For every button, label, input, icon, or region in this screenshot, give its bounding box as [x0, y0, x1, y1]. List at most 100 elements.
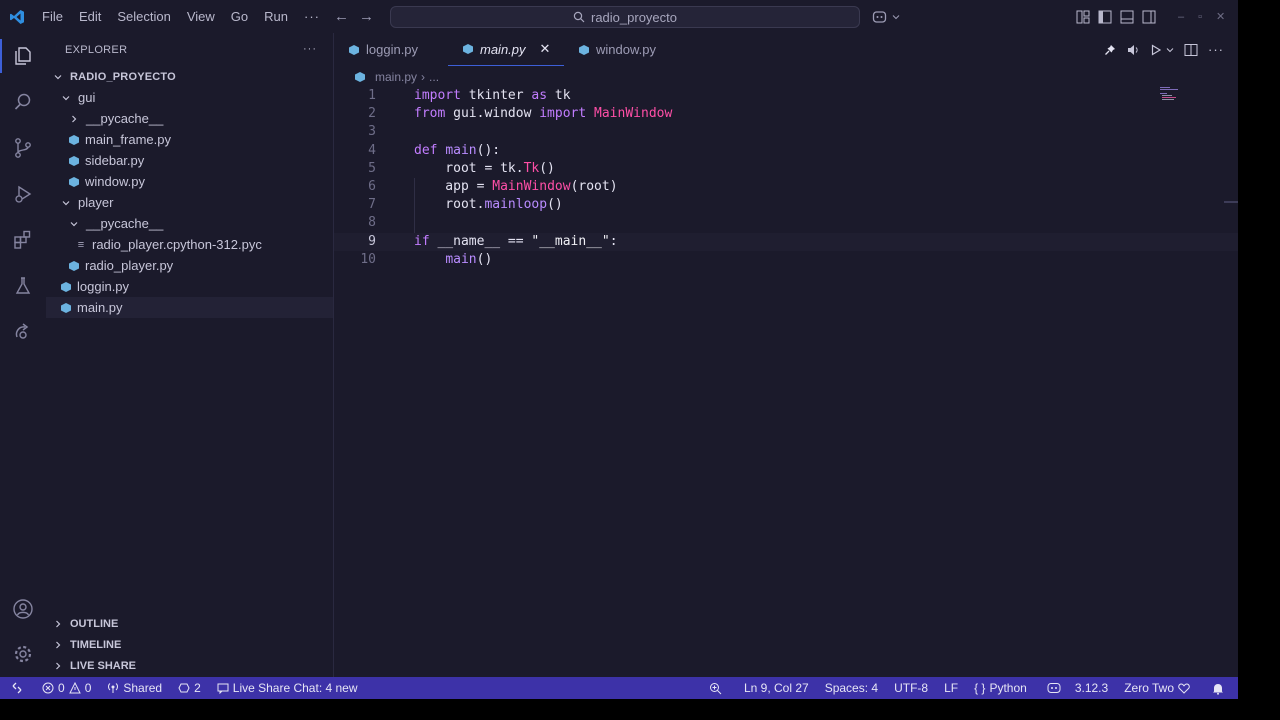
tab-loggin[interactable]: loggin.py — [334, 33, 448, 66]
live-share-section[interactable]: LIVE SHARE — [46, 655, 334, 676]
minimize-icon[interactable]: – — [1178, 11, 1184, 23]
editor-actions: ··· — [1104, 33, 1238, 66]
tab-label: main.py — [480, 41, 526, 57]
menu-go[interactable]: Go — [223, 0, 256, 33]
title-bar: File Edit Selection View Go Run ··· ← → radio_… — [0, 0, 1238, 33]
remote-indicator[interactable] — [0, 677, 34, 699]
tree-item-label: gui — [78, 90, 96, 105]
code-line[interactable]: 4 def main(): — [334, 142, 1238, 160]
code-line[interactable]: 1 import tkinter as tk — [334, 87, 1238, 105]
zoom-indicator[interactable] — [695, 677, 736, 699]
line-source: from gui.window import MainWindow — [414, 105, 672, 123]
tree-folder[interactable]: gui — [46, 87, 333, 108]
problems-indicator[interactable]: 0 0 — [34, 677, 99, 699]
copilot-menu[interactable] — [872, 0, 900, 33]
code-line[interactable]: 3 — [334, 123, 1238, 141]
toggle-secondary-sidebar-icon[interactable] — [1142, 10, 1156, 24]
warning-icon — [68, 682, 81, 694]
line-number: 5 — [368, 160, 376, 176]
code-line[interactable]: 2 from gui.window import MainWindow — [334, 105, 1238, 123]
minimap[interactable] — [1160, 87, 1184, 101]
testing-flask-icon[interactable] — [0, 263, 46, 309]
source-control-icon[interactable] — [0, 125, 46, 171]
customize-layout-icon[interactable] — [1076, 10, 1090, 24]
tab-window[interactable]: window.py — [564, 33, 682, 66]
back-arrow-icon[interactable]: ← — [334, 8, 349, 25]
more-actions-icon[interactable]: ··· — [1208, 42, 1224, 57]
split-editor-icon[interactable] — [1184, 43, 1198, 57]
run-debug-icon[interactable] — [0, 171, 46, 217]
copilot-status[interactable] — [1035, 677, 1067, 699]
language-mode[interactable]: { } Python — [966, 677, 1035, 699]
tab-main[interactable]: main.py ✕ — [448, 33, 564, 66]
timeline-section[interactable]: TIMELINE — [46, 634, 334, 655]
code-token: : — [609, 233, 618, 249]
pin-icon[interactable] — [1104, 44, 1116, 56]
theme-label: Zero Two — [1124, 681, 1174, 695]
code-line[interactable]: 8 — [334, 214, 1238, 232]
tree-folder[interactable]: __pycache__ — [46, 213, 333, 234]
explorer-more-actions[interactable]: ··· — [303, 33, 317, 66]
code-line[interactable]: 7 root.mainloop() — [334, 196, 1238, 214]
code-editor[interactable]: 1 import tkinter as tk 2 from gui.window im… — [334, 87, 1238, 269]
tree-folder[interactable]: __pycache__ — [46, 108, 333, 129]
accessibility-sound-icon[interactable] — [1126, 43, 1140, 57]
tree-file[interactable]: loggin.py — [46, 276, 333, 297]
forward-arrow-icon[interactable]: → — [359, 8, 374, 25]
python-file-icon — [60, 302, 72, 314]
code-token: mainloop — [484, 197, 548, 213]
tree-file[interactable]: ≡ radio_player.cpython-312.pyc — [46, 234, 333, 255]
code-line[interactable]: 9 if __name__ == "__main__": — [334, 232, 1238, 251]
code-line[interactable]: 5 root = tk.Tk() — [334, 160, 1238, 178]
breadcrumb-symbol[interactable]: ... — [429, 70, 439, 84]
search-view-icon[interactable] — [0, 79, 46, 125]
workspace-root[interactable]: RADIO_PROYECTO — [46, 66, 333, 87]
tree-file[interactable]: window.py — [46, 171, 333, 192]
vscode-window: File Edit Selection View Go Run ··· ← → radio_… — [0, 0, 1238, 720]
maximize-icon[interactable]: ▫ — [1198, 11, 1202, 23]
extensions-icon[interactable] — [0, 217, 46, 263]
code-line[interactable]: 10 main() — [334, 251, 1238, 269]
tree-file[interactable]: main_frame.py — [46, 129, 333, 150]
tab-label: window.py — [596, 42, 656, 57]
live-share-status[interactable]: Shared — [99, 677, 170, 699]
menu-selection[interactable]: Selection — [109, 0, 178, 33]
indentation[interactable]: Spaces: 4 — [817, 677, 886, 699]
line-source: if __name__ == "__main__": — [414, 233, 618, 251]
run-python-button[interactable] — [1150, 43, 1174, 56]
menu-more[interactable]: ··· — [296, 0, 328, 33]
outline-section[interactable]: OUTLINE — [46, 613, 334, 634]
nav-arrows: ← → — [334, 0, 374, 33]
live-share-icon[interactable] — [0, 309, 46, 355]
breadcrumb-file[interactable]: main.py — [375, 70, 417, 84]
tree-file[interactable]: main.py — [46, 297, 333, 318]
end-of-line[interactable]: LF — [936, 677, 966, 699]
account-icon[interactable] — [0, 586, 46, 632]
close-window-icon[interactable]: ✕ — [1216, 10, 1225, 23]
toggle-sidebar-icon[interactable] — [1098, 10, 1112, 24]
encoding[interactable]: UTF-8 — [886, 677, 936, 699]
notifications[interactable] — [1198, 677, 1238, 699]
tree-file[interactable]: sidebar.py — [46, 150, 333, 171]
code-token: MainWindow — [492, 178, 571, 194]
code-line[interactable]: 6 app = MainWindow(root) — [334, 178, 1238, 196]
cursor-position[interactable]: Ln 9, Col 27 — [736, 677, 817, 699]
menu-file[interactable]: File — [34, 0, 71, 33]
ports-indicator[interactable]: 2 — [170, 677, 209, 699]
python-interpreter[interactable]: 3.12.3 — [1067, 677, 1116, 699]
tree-file[interactable]: radio_player.py — [46, 255, 333, 276]
command-center-search[interactable]: radio_proyecto — [390, 6, 860, 28]
tab-label: loggin.py — [366, 42, 419, 57]
toggle-panel-icon[interactable] — [1120, 10, 1134, 24]
menu-run[interactable]: Run — [256, 0, 296, 33]
tree-folder[interactable]: player — [46, 192, 333, 213]
menu-view[interactable]: View — [179, 0, 223, 33]
settings-gear-icon[interactable] — [0, 631, 46, 677]
live-share-chat[interactable]: Live Share Chat: 4 new — [209, 677, 366, 699]
explorer-icon[interactable] — [0, 33, 46, 79]
tree-item-label: __pycache__ — [86, 216, 164, 231]
timeline-label: TIMELINE — [70, 638, 122, 651]
close-tab-icon[interactable]: ✕ — [540, 41, 551, 57]
theme-indicator[interactable]: Zero Two — [1116, 677, 1198, 699]
menu-edit[interactable]: Edit — [71, 0, 109, 33]
